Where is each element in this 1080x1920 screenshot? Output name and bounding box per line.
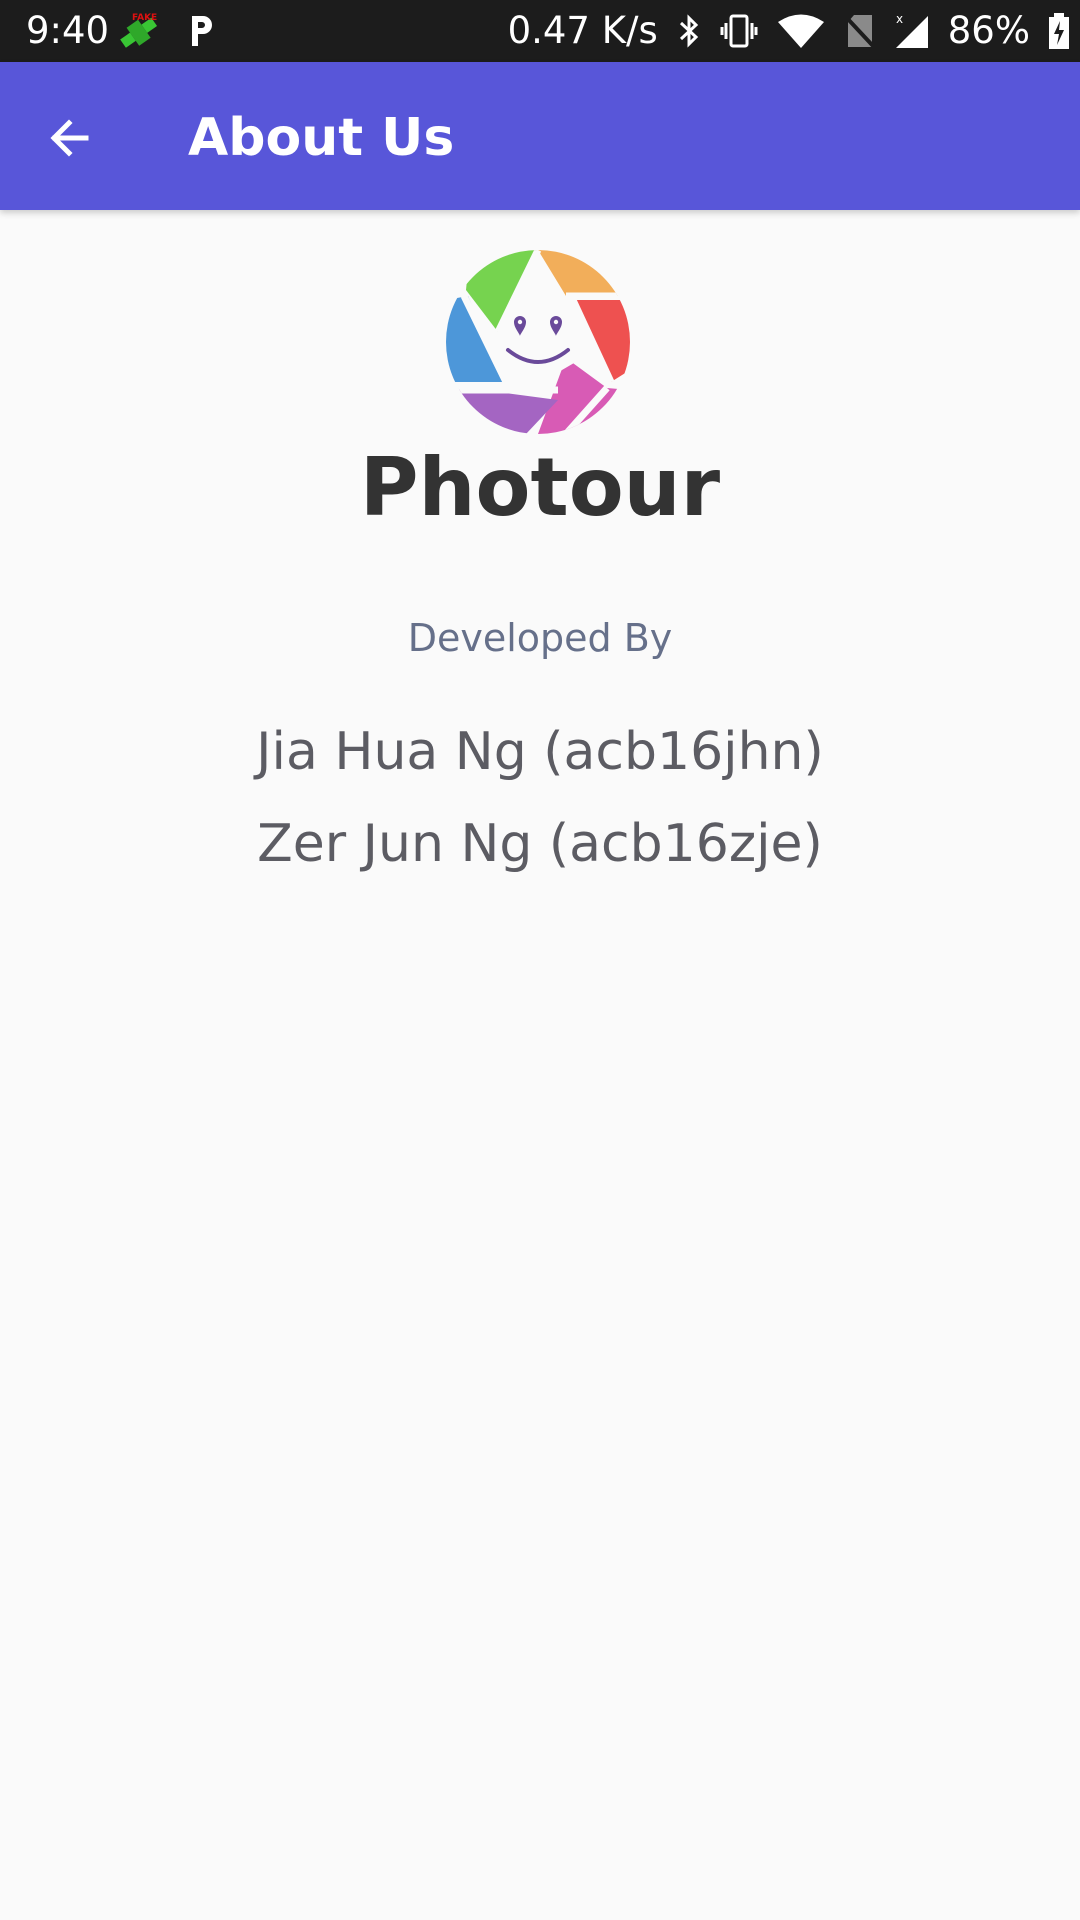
page-title: About Us bbox=[188, 108, 455, 168]
no-sim-icon bbox=[844, 13, 876, 49]
developer-name: Zer Jun Ng (acb16zje) bbox=[257, 814, 823, 874]
status-right: 0.47 K/s x 86% bbox=[508, 10, 1070, 52]
bluetooth-icon bbox=[676, 13, 702, 49]
battery-percent: 86% bbox=[947, 9, 1030, 52]
battery-charging-icon bbox=[1048, 12, 1070, 50]
signal-icon: x bbox=[894, 12, 930, 50]
developer-list: Jia Hua Ng (acb16jhn) Zer Jun Ng (acb16z… bbox=[0, 706, 1080, 890]
status-bar: 9:40 FAKE 0.47 K/s x 86% bbox=[0, 0, 1080, 62]
wifi-icon bbox=[776, 13, 826, 49]
app-name: Photour bbox=[359, 441, 721, 534]
back-button[interactable] bbox=[30, 98, 110, 178]
status-time: 9:40 bbox=[26, 9, 110, 52]
app-logo bbox=[446, 250, 630, 434]
camera-aperture-smiley-icon bbox=[446, 250, 630, 434]
parking-p-icon bbox=[186, 14, 216, 48]
status-left-icons: FAKE bbox=[118, 11, 216, 51]
developer-name: Jia Hua Ng (acb16jhn) bbox=[256, 722, 824, 782]
app-bar: About Us bbox=[0, 62, 1080, 210]
svg-text:x: x bbox=[896, 12, 903, 26]
arrow-back-icon bbox=[46, 114, 94, 162]
vibrate-icon bbox=[720, 13, 758, 49]
developed-by-label: Developed By bbox=[407, 616, 673, 660]
network-speed: 0.47 K/s bbox=[507, 9, 658, 52]
fake-gps-icon: FAKE bbox=[118, 11, 162, 51]
svg-text:FAKE: FAKE bbox=[132, 13, 157, 23]
